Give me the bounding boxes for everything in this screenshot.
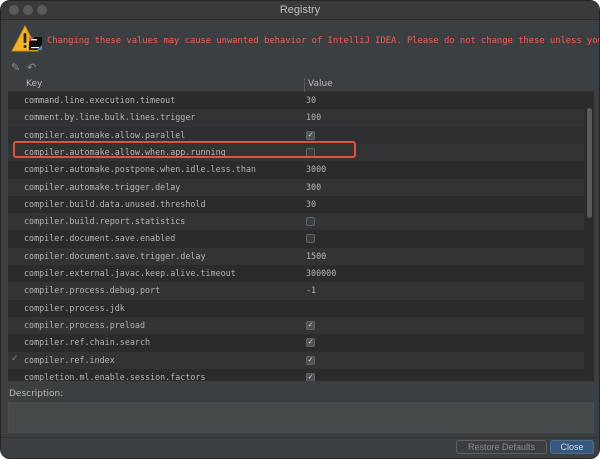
table-row[interactable]: comment.by.line.bulk.lines.trigger 100 bbox=[8, 109, 584, 127]
registry-value[interactable]: 30 bbox=[306, 95, 316, 105]
registry-key: compiler.build.report.statistics bbox=[24, 216, 186, 227]
divider bbox=[1, 437, 599, 438]
table-row[interactable]: command.line.execution.timeout 30 bbox=[8, 92, 584, 109]
registry-key: compiler.build.data.unused.threshold bbox=[24, 198, 206, 209]
value-checkbox[interactable]: ✓ bbox=[306, 320, 315, 330]
registry-key: compiler.external.javac.keep.alive.timeo… bbox=[24, 268, 236, 278]
registry-key: compiler.document.save.trigger.delay bbox=[24, 250, 206, 261]
table-row[interactable]: compiler.document.save.trigger.delay 1500 bbox=[8, 247, 584, 265]
registry-key: compiler.ref.chain.search bbox=[24, 337, 151, 348]
table-row[interactable]: compiler.automake.postpone.when.idle.les… bbox=[8, 161, 584, 178]
registry-key: compiler.process.debug.port bbox=[24, 285, 161, 296]
table-row[interactable]: compiler.ref.chain.search ✓ bbox=[8, 334, 584, 351]
table-row[interactable]: compiler.build.data.unused.threshold 30 bbox=[8, 196, 584, 213]
title-bar: Registry bbox=[1, 1, 599, 20]
close-button[interactable]: Close bbox=[550, 440, 594, 454]
table-row[interactable]: completion.ml.enable.session.factors ✓ bbox=[8, 369, 584, 381]
registry-value[interactable]: 100 bbox=[306, 112, 321, 122]
registry-value[interactable]: -1 bbox=[306, 285, 316, 295]
modified-check-icon: ✓ bbox=[11, 353, 19, 364]
registry-key: compiler.process.jdk bbox=[24, 302, 125, 313]
value-checkbox[interactable]: ✓ bbox=[306, 130, 315, 140]
key-column-header[interactable]: Key bbox=[26, 79, 42, 89]
value-column-header[interactable]: Value bbox=[308, 79, 333, 89]
warning-message: Changing these values may cause unwanted… bbox=[47, 36, 599, 46]
highlight-box bbox=[13, 141, 356, 158]
value-checkbox[interactable]: ✓ bbox=[306, 217, 315, 227]
registry-value[interactable]: 30 bbox=[306, 199, 316, 209]
registry-value[interactable]: 300000 bbox=[306, 268, 336, 278]
table-row[interactable]: ✓ compiler.ref.index ✓ bbox=[8, 351, 584, 369]
registry-value[interactable]: 3000 bbox=[306, 164, 326, 174]
registry-value[interactable]: 300 bbox=[306, 182, 321, 192]
registry-key: command.line.execution.timeout bbox=[24, 95, 176, 105]
value-checkbox[interactable]: ✓ bbox=[306, 338, 315, 348]
registry-table: Key Value command.line.execution.timeout… bbox=[8, 78, 594, 381]
pencil-icon[interactable]: ✎ bbox=[11, 61, 20, 74]
registry-value[interactable]: 1500 bbox=[306, 251, 326, 261]
table-row[interactable]: compiler.process.debug.port -1 bbox=[8, 282, 584, 300]
table-row[interactable]: compiler.document.save.enabled ✓ bbox=[8, 230, 584, 247]
table-row[interactable]: compiler.build.report.statistics ✓ bbox=[8, 213, 584, 231]
registry-key: completion.ml.enable.session.factors bbox=[24, 371, 206, 381]
table-header: Key Value bbox=[8, 78, 594, 92]
description-box bbox=[8, 402, 594, 433]
registry-key: compiler.automake.trigger.delay bbox=[24, 181, 181, 192]
table-row[interactable]: compiler.automake.trigger.delay 300 bbox=[8, 178, 584, 196]
column-divider[interactable] bbox=[304, 78, 305, 92]
table-row[interactable]: compiler.external.javac.keep.alive.timeo… bbox=[8, 265, 584, 282]
value-checkbox[interactable]: ✓ bbox=[306, 355, 315, 365]
registry-key: comment.by.line.bulk.lines.trigger bbox=[24, 112, 196, 123]
warning-icon bbox=[11, 25, 42, 52]
table-row[interactable]: compiler.process.preload ✓ bbox=[8, 316, 584, 335]
description-label: Description: bbox=[9, 389, 64, 399]
undo-icon[interactable]: ↶ bbox=[27, 61, 36, 74]
registry-key: compiler.ref.index bbox=[24, 354, 115, 365]
restore-defaults-button[interactable]: Restore Defaults bbox=[456, 440, 547, 454]
window-title: Registry bbox=[279, 4, 321, 16]
scrollbar-thumb[interactable] bbox=[587, 108, 592, 218]
registry-key: compiler.process.preload bbox=[24, 319, 146, 330]
value-checkbox[interactable]: ✓ bbox=[306, 234, 315, 244]
table-row[interactable]: compiler.process.jdk bbox=[8, 300, 584, 317]
registry-key: compiler.automake.allow.parallel bbox=[24, 129, 186, 140]
registry-key: compiler.document.save.enabled bbox=[24, 233, 176, 244]
registry-key: compiler.automake.postpone.when.idle.les… bbox=[24, 164, 256, 175]
registry-dialog: Registry Changing these values may cause… bbox=[0, 0, 600, 459]
value-checkbox[interactable]: ✓ bbox=[306, 372, 315, 381]
